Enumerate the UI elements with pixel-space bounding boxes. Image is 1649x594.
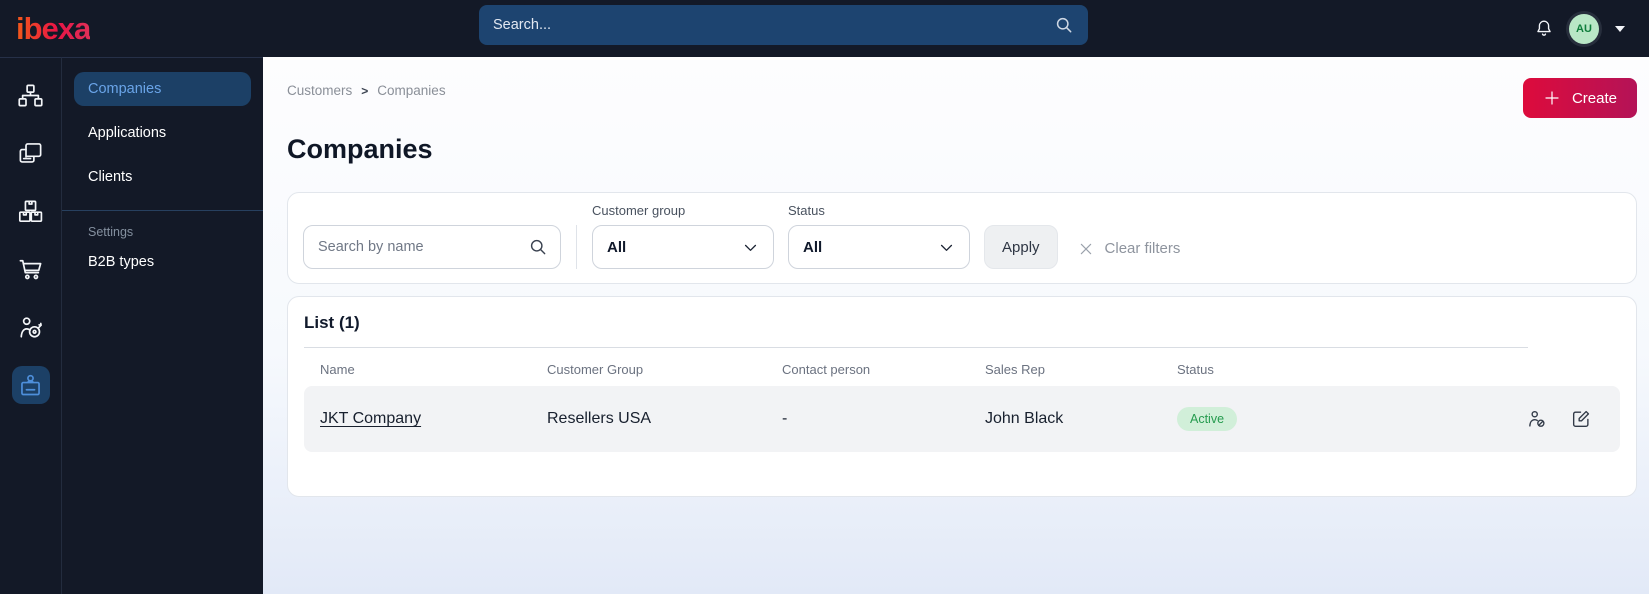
deactivate-user-icon[interactable] bbox=[1526, 408, 1548, 430]
status-field: Status All bbox=[788, 203, 970, 269]
clear-filters-button[interactable]: Clear filters bbox=[1078, 240, 1181, 257]
apply-button[interactable]: Apply bbox=[984, 225, 1058, 269]
page-title: Companies bbox=[287, 134, 433, 164]
sidebar-item-products-boxes-icon[interactable] bbox=[12, 192, 50, 230]
sidebar-item-cart-icon[interactable] bbox=[12, 250, 50, 288]
status-badge: Active bbox=[1177, 407, 1238, 431]
filter-search-icon[interactable] bbox=[528, 237, 548, 257]
sidebar-item-b2b-types[interactable]: B2B types bbox=[74, 245, 251, 279]
filter-search bbox=[303, 225, 561, 269]
filter-divider bbox=[576, 225, 577, 269]
table-header: Name Customer Group Contact person Sales… bbox=[304, 348, 1620, 386]
chevron-down-icon bbox=[940, 244, 953, 251]
row-customer-group: Resellers USA bbox=[547, 410, 652, 427]
plus-icon bbox=[1545, 91, 1559, 105]
company-name-link[interactable]: JKT Company bbox=[320, 410, 421, 427]
filters-card: Customer group All Status All Apply Clea… bbox=[287, 192, 1637, 284]
notifications-bell-icon[interactable] bbox=[1533, 18, 1555, 40]
breadcrumb-customers[interactable]: Customers bbox=[287, 83, 352, 98]
create-button-label: Create bbox=[1571, 89, 1617, 107]
user-avatar[interactable]: AU bbox=[1569, 13, 1599, 44]
column-header-name: Name bbox=[320, 362, 355, 377]
row-sales-rep: John Black bbox=[985, 410, 1064, 427]
status-label: Status bbox=[788, 203, 825, 218]
filter-search-input[interactable] bbox=[303, 225, 561, 269]
breadcrumb-companies-current: Companies bbox=[377, 83, 446, 98]
customer-group-select[interactable]: All bbox=[592, 225, 774, 269]
create-button[interactable]: Create bbox=[1522, 78, 1637, 118]
ibexa-logo[interactable]: ibexa bbox=[16, 13, 91, 44]
main-content: Customers > Companies Create Companies S… bbox=[263, 57, 1649, 594]
column-header-customer-group: Customer Group bbox=[547, 362, 644, 377]
sidebar-item-audience-target-icon[interactable] bbox=[12, 308, 50, 346]
edit-icon[interactable] bbox=[1570, 408, 1592, 430]
sidebar-item-applications[interactable]: Applications bbox=[74, 116, 251, 150]
sidebar-item-companies[interactable]: Companies bbox=[74, 72, 251, 106]
clear-filters-label: Clear filters bbox=[1104, 240, 1181, 257]
close-icon bbox=[1080, 243, 1091, 254]
topbar: ibexa AU bbox=[0, 0, 1649, 57]
row-contact-person: - bbox=[782, 410, 788, 427]
global-search bbox=[479, 5, 1088, 45]
table-row: JKT Company Resellers USA - John Black A… bbox=[304, 386, 1620, 452]
customer-group-field: Customer group All bbox=[592, 203, 774, 269]
sidebar-item-customer-portal-badge-icon[interactable] bbox=[11, 366, 50, 404]
sidebar-item-content-sitemap-icon[interactable] bbox=[12, 76, 50, 114]
list-card: List (1) Name Customer Group Contact per… bbox=[287, 296, 1637, 497]
column-header-sales-rep: Sales Rep bbox=[985, 362, 1045, 377]
global-search-input[interactable] bbox=[479, 5, 1088, 45]
status-select[interactable]: All bbox=[788, 225, 970, 269]
list-title: List (1) bbox=[304, 313, 360, 332]
search-icon[interactable] bbox=[1054, 15, 1074, 35]
column-header-status: Status bbox=[1177, 362, 1214, 377]
sidebar-panel: Companies Applications Clients Settings … bbox=[62, 57, 263, 594]
icon-rail bbox=[0, 57, 62, 594]
column-header-contact-person: Contact person bbox=[782, 362, 871, 377]
customer-group-label: Customer group bbox=[592, 203, 686, 218]
sidebar-item-pages-icon[interactable] bbox=[12, 134, 50, 172]
chevron-down-icon bbox=[744, 244, 757, 251]
status-value: All bbox=[803, 238, 823, 256]
user-menu-chevron-down-icon[interactable] bbox=[1615, 25, 1625, 32]
breadcrumb: Customers > Companies bbox=[287, 83, 446, 98]
topbar-right: AU bbox=[1533, 13, 1649, 44]
sidebar-item-clients[interactable]: Clients bbox=[74, 160, 251, 194]
row-actions bbox=[1526, 408, 1604, 430]
breadcrumb-separator: > bbox=[361, 83, 369, 98]
sidebar-section-settings-label: Settings bbox=[88, 225, 134, 239]
customer-group-value: All bbox=[607, 238, 627, 256]
